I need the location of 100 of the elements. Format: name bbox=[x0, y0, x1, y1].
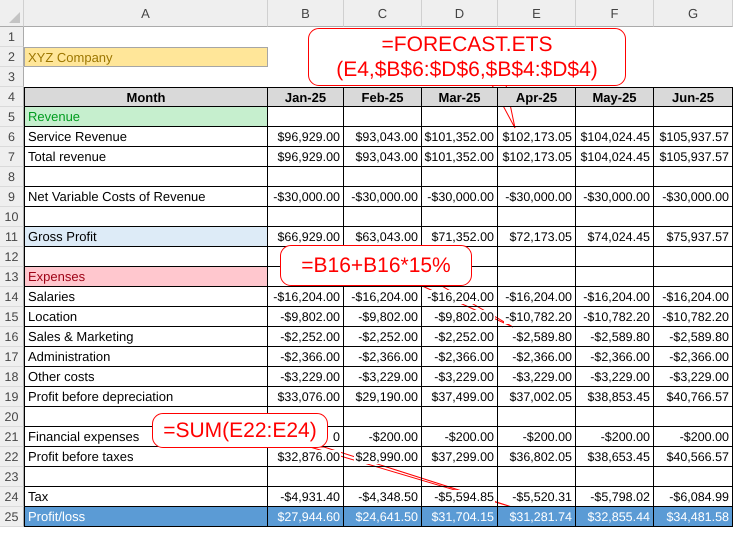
table-cell: -$200.00 bbox=[422, 427, 498, 447]
table-cell: -$2,589.80 bbox=[498, 327, 576, 347]
row-number[interactable]: 24 bbox=[0, 487, 24, 507]
empty-cell[interactable] bbox=[268, 207, 344, 227]
empty-cell[interactable] bbox=[344, 207, 422, 227]
column-letter[interactable]: C bbox=[344, 0, 422, 27]
table-cell: Total revenue bbox=[24, 147, 268, 167]
empty-cell[interactable] bbox=[344, 167, 422, 187]
table-cell: Net Variable Costs of Revenue bbox=[24, 187, 268, 207]
table-cell: -$3,229.00 bbox=[654, 367, 733, 387]
empty-cell[interactable] bbox=[576, 107, 654, 127]
row-number[interactable]: 21 bbox=[0, 427, 24, 447]
table-cell: -$3,229.00 bbox=[576, 367, 654, 387]
table-cell: $101,352.00 bbox=[422, 127, 498, 147]
column-letter[interactable]: B bbox=[268, 0, 344, 27]
empty-cell[interactable] bbox=[654, 407, 733, 427]
empty-cell[interactable] bbox=[344, 107, 422, 127]
column-letter[interactable]: D bbox=[422, 0, 498, 27]
empty-cell[interactable] bbox=[498, 247, 576, 267]
row-number[interactable]: 25 bbox=[0, 507, 24, 527]
empty-cell[interactable] bbox=[498, 167, 576, 187]
row-number[interactable]: 12 bbox=[0, 247, 24, 267]
table-cell: Gross Profit bbox=[24, 227, 268, 247]
row-number[interactable]: 5 bbox=[0, 107, 24, 127]
table-cell: $102,173.05 bbox=[498, 147, 576, 167]
row-number[interactable]: 14 bbox=[0, 287, 24, 307]
table-cell: -$30,000.00 bbox=[344, 187, 422, 207]
row-number[interactable]: 18 bbox=[0, 367, 24, 387]
row-number[interactable]: 13 bbox=[0, 267, 24, 287]
table-cell: $40,766.57 bbox=[654, 387, 733, 407]
empty-cell[interactable] bbox=[654, 207, 733, 227]
empty-cell[interactable] bbox=[576, 407, 654, 427]
row-number[interactable]: 17 bbox=[0, 347, 24, 367]
row-number[interactable]: 11 bbox=[0, 227, 24, 247]
column-letter[interactable]: F bbox=[576, 0, 654, 27]
row-number[interactable]: 10 bbox=[0, 207, 24, 227]
empty-cell[interactable] bbox=[344, 407, 422, 427]
table-cell: -$4,348.50 bbox=[344, 487, 422, 507]
empty-cell[interactable] bbox=[422, 107, 498, 127]
row-number[interactable]: 2 bbox=[0, 47, 24, 67]
empty-cell[interactable] bbox=[422, 207, 498, 227]
table-cell: XYZ Company bbox=[24, 47, 268, 67]
table-cell: -$16,204.00 bbox=[344, 287, 422, 307]
empty-cell[interactable] bbox=[576, 247, 654, 267]
empty-cell[interactable] bbox=[498, 207, 576, 227]
column-letter[interactable]: E bbox=[498, 0, 576, 27]
table-cell: $104,024.45 bbox=[576, 127, 654, 147]
empty-cell[interactable] bbox=[498, 467, 576, 487]
row-number[interactable]: 3 bbox=[0, 67, 24, 87]
empty-cell[interactable] bbox=[422, 167, 498, 187]
empty-cell[interactable] bbox=[654, 267, 733, 287]
column-heading: Month bbox=[24, 87, 268, 107]
table-cell: $34,481.58 bbox=[654, 507, 733, 527]
column-heading: Jan-25 bbox=[268, 87, 344, 107]
row-number[interactable]: 8 bbox=[0, 167, 24, 187]
table-cell: -$30,000.00 bbox=[654, 187, 733, 207]
row-number[interactable]: 4 bbox=[0, 87, 24, 107]
row-number[interactable]: 7 bbox=[0, 147, 24, 167]
empty-cell[interactable] bbox=[654, 107, 733, 127]
table-cell: $104,024.45 bbox=[576, 147, 654, 167]
table-cell: -$200.00 bbox=[576, 427, 654, 447]
table-cell: -$2,366.00 bbox=[498, 347, 576, 367]
table-cell: $29,190.00 bbox=[344, 387, 422, 407]
table-cell: -$2,366.00 bbox=[654, 347, 733, 367]
empty-cell[interactable] bbox=[654, 467, 733, 487]
row-number[interactable]: 22 bbox=[0, 447, 24, 467]
column-letter[interactable]: G bbox=[654, 0, 733, 27]
row-number[interactable]: 6 bbox=[0, 127, 24, 147]
row-number[interactable]: 19 bbox=[0, 387, 24, 407]
empty-cell[interactable] bbox=[498, 107, 576, 127]
row-number[interactable]: 15 bbox=[0, 307, 24, 327]
row-number[interactable]: 9 bbox=[0, 187, 24, 207]
table-cell: -$200.00 bbox=[654, 427, 733, 447]
column-letter[interactable]: A bbox=[24, 0, 268, 27]
table-cell: Administration bbox=[24, 347, 268, 367]
empty-cell[interactable] bbox=[498, 407, 576, 427]
empty-cell[interactable] bbox=[268, 467, 344, 487]
empty-cell[interactable] bbox=[576, 267, 654, 287]
table-cell: $96,929.00 bbox=[268, 127, 344, 147]
table-cell: Service Revenue bbox=[24, 127, 268, 147]
table-cell: -$2,366.00 bbox=[344, 347, 422, 367]
row-number[interactable]: 1 bbox=[0, 27, 24, 47]
row-number[interactable]: 16 bbox=[0, 327, 24, 347]
table-cell: -$30,000.00 bbox=[422, 187, 498, 207]
column-heading: May-25 bbox=[576, 87, 654, 107]
empty-cell[interactable] bbox=[654, 247, 733, 267]
empty-cell[interactable] bbox=[422, 467, 498, 487]
empty-cell[interactable] bbox=[576, 167, 654, 187]
empty-cell[interactable] bbox=[576, 467, 654, 487]
empty-cell[interactable] bbox=[654, 167, 733, 187]
row-number[interactable]: 20 bbox=[0, 407, 24, 427]
empty-cell[interactable] bbox=[344, 467, 422, 487]
table-cell: -$2,252.00 bbox=[422, 327, 498, 347]
empty-cell[interactable] bbox=[268, 167, 344, 187]
row-number[interactable]: 23 bbox=[0, 467, 24, 487]
empty-cell[interactable] bbox=[498, 267, 576, 287]
empty-cell[interactable] bbox=[422, 407, 498, 427]
empty-cell[interactable] bbox=[576, 207, 654, 227]
table-cell: -$16,204.00 bbox=[422, 287, 498, 307]
table-cell: $33,076.00 bbox=[268, 387, 344, 407]
